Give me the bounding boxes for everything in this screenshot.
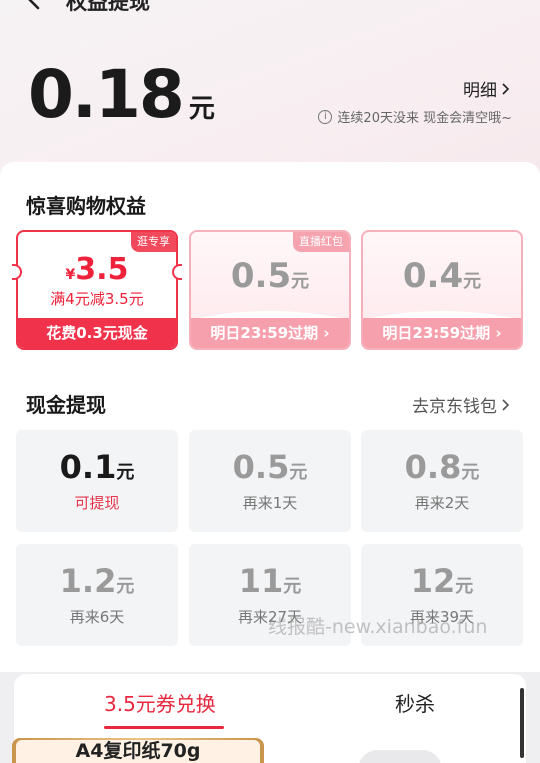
balance-unit: 元 [188, 94, 215, 124]
product-image[interactable] [358, 750, 442, 763]
cash-option[interactable]: 1.2元 再来6天 [16, 544, 178, 646]
cash-status: 可提现 [74, 494, 120, 512]
coupon-redeem-button[interactable]: 花费0.3元现金 [18, 318, 176, 348]
cash-option[interactable]: 0.8元 再来2天 [361, 430, 523, 532]
coupon-currency: ¥ [65, 267, 76, 283]
cash-unit: 元 [116, 576, 135, 597]
watermark: 线报酷-new.xianbao.fun [268, 616, 488, 638]
chevron-right-icon [502, 398, 510, 411]
detail-link-label: 明细 [463, 81, 497, 101]
cash-option[interactable]: 0.5元 再来1天 [189, 430, 351, 532]
cash-amount: 0.5元 [189, 448, 351, 486]
cash-unit: 元 [461, 462, 480, 483]
cash-status: 再来2天 [414, 494, 470, 512]
balance: 0.18 元 [28, 56, 215, 133]
coupon-unit: 元 [291, 271, 310, 292]
benefits-title: 惊喜购物权益 [26, 194, 146, 218]
coupon-value: 0.4 [402, 256, 464, 296]
coupon-tag: 逛专享 [131, 232, 176, 252]
info-icon: i [318, 109, 333, 124]
chevron-right-icon [502, 82, 510, 95]
cash-amount: 12元 [361, 562, 523, 600]
coupon-expiry-text: 明日23:59过期 [210, 324, 319, 342]
cash-status: 再来1天 [242, 494, 298, 512]
coupon-value: 3.5 [75, 252, 129, 287]
coupon-expiry-text: 明日23:59过期 [382, 324, 491, 342]
notice-text: 连续20天没来 现金会清空哦~ [337, 111, 512, 126]
coupon-amount: 0.5元 [191, 256, 349, 296]
cash-status: 再来6天 [69, 608, 125, 626]
coupon-notch-right [172, 264, 182, 280]
coupon-value: 0.5 [230, 256, 292, 296]
tab-flash-sale[interactable]: 秒杀 [395, 688, 435, 717]
cash-unit: 元 [289, 462, 308, 483]
cash-value: 1.2 [59, 562, 117, 600]
chevron-right-icon: › [495, 324, 502, 342]
balance-amount: 0.18 [28, 56, 185, 133]
coupon-unit: 元 [463, 271, 482, 292]
coupon-amount: 0.4元 [363, 256, 521, 296]
cash-amount: 11元 [189, 562, 351, 600]
cash-value: 0.1 [59, 448, 117, 486]
cash-value: 0.5 [232, 448, 290, 486]
coupon-card-expired[interactable]: 直播红包 0.5元 明日23:59过期 › [189, 230, 351, 350]
wallet-link-label: 去京东钱包 [412, 397, 497, 417]
jd-wallet-link[interactable]: 去京东钱包 [412, 392, 512, 417]
cash-amount: 0.1元 [16, 448, 178, 486]
cash-amount: 0.8元 [361, 448, 523, 486]
coupon-card-expired[interactable]: 0.4元 明日23:59过期 › [361, 230, 523, 350]
header: 权益提现 [0, 0, 540, 16]
coupon-condition: 满4元减3.5元 [50, 290, 144, 308]
cash-unit: 元 [283, 576, 302, 597]
page-title: 权益提现 [66, 0, 150, 14]
cash-value: 11 [238, 562, 284, 600]
coupon-card-active[interactable]: 逛专享 ¥3.5 满4元减3.5元 花费0.3元现金 [16, 230, 178, 350]
coupon-expiry-label[interactable]: 明日23:59过期 › [363, 318, 521, 348]
cash-option[interactable]: 0.1元 可提现 [16, 430, 178, 532]
back-arrow-icon[interactable] [24, 0, 44, 10]
product-title: A4复印纸70g [16, 740, 260, 763]
scrollbar[interactable] [520, 688, 524, 758]
active-tab-indicator [104, 726, 224, 729]
cash-unit: 元 [116, 462, 135, 483]
expiry-notice: i 连续20天没来 现金会清空哦~ [318, 107, 512, 126]
coupon-expiry-label[interactable]: 明日23:59过期 › [191, 318, 349, 348]
product-card[interactable]: A4复印纸70g [12, 738, 264, 763]
coupon-tag: 直播红包 [293, 232, 349, 252]
cash-unit: 元 [455, 576, 474, 597]
coupon-amount: ¥3.5 [18, 252, 176, 287]
withdraw-title: 现金提现 [26, 393, 106, 417]
cash-value: 12 [410, 562, 456, 600]
cash-amount: 1.2元 [16, 562, 178, 600]
cash-value: 0.8 [404, 448, 462, 486]
tab-coupon-exchange[interactable]: 3.5元券兑换 [104, 688, 216, 717]
detail-link[interactable]: 明细 [463, 76, 512, 101]
chevron-right-icon: › [323, 324, 330, 342]
